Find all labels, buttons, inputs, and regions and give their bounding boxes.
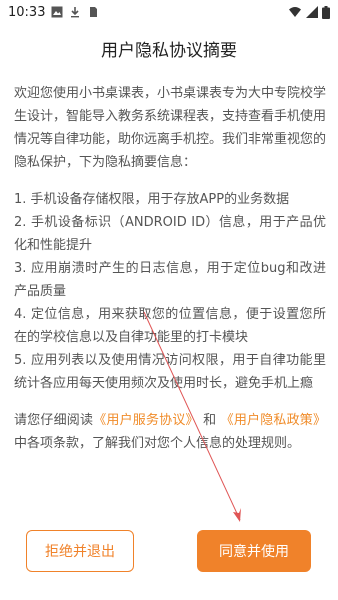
download-icon xyxy=(71,7,80,18)
agreement-notice: 请您仔细阅读《用户服务协议》 和 《用户隐私政策》中各项条款，了解我们对您个人信… xyxy=(14,409,326,455)
wifi-icon xyxy=(289,7,301,17)
signal-icon xyxy=(306,6,318,18)
privacy-policy-link[interactable]: 《用户隐私政策》 xyxy=(221,413,326,428)
privacy-summary-content[interactable]: 欢迎您使用小书桌课表，小书桌课表专为大中专院校学生设计，智能导入教务系统课程表，… xyxy=(14,82,326,512)
dialog-title: 用户隐私协议摘要 xyxy=(101,41,237,61)
permission-item-storage: 1. 手机设备存储权限，用于存放APP的业务数据 xyxy=(14,192,290,207)
agree-suffix: 中各项条款，了解我们对您个人信息的处理规则。 xyxy=(14,436,301,451)
permission-item-location: 4. 定位信息，用来获取您的位置信息，便于设置您所在的学校信息以及自律功能里的打… xyxy=(14,307,326,345)
service-agreement-link[interactable]: 《用户服务协议》 xyxy=(93,413,199,428)
reject-and-exit-button[interactable]: 拒绝并退出 xyxy=(26,530,134,572)
permission-item-app-usage: 5. 应用列表以及使用情况访问权限，用于自律功能里统计各应用每天使用频次及使用时… xyxy=(14,353,326,391)
status-bar: 10:33 xyxy=(0,0,338,24)
status-time: 10:33 xyxy=(8,4,46,20)
agree-and: 和 xyxy=(198,413,221,428)
permission-item-crash-log: 3. 应用崩溃时产生的日志信息，用于定位bug和改进产品质量 xyxy=(14,261,326,299)
image-icon xyxy=(51,6,63,18)
sim-icon xyxy=(90,7,98,17)
agree-and-use-button[interactable]: 同意并使用 xyxy=(197,530,311,572)
intro-text: 欢迎您使用小书桌课表，小书桌课表专为大中专院校学生设计，智能导入教务系统课程表，… xyxy=(14,86,326,170)
battery-icon xyxy=(322,5,330,19)
permission-item-device-id: 2. 手机设备标识（ANDROID ID）信息，用于产品优化和性能提升 xyxy=(14,215,326,253)
agree-prefix: 请您仔细阅读 xyxy=(14,413,94,428)
